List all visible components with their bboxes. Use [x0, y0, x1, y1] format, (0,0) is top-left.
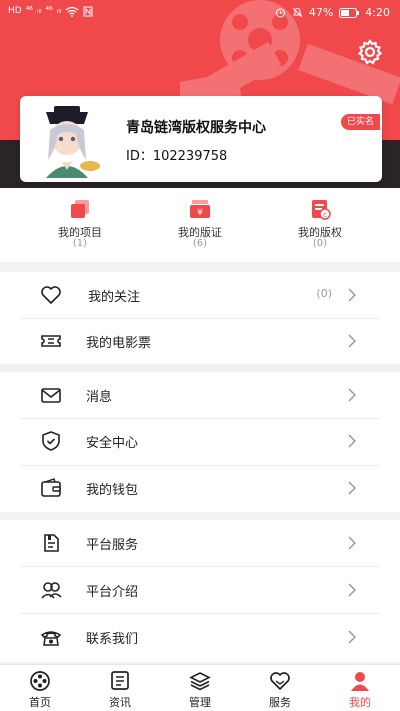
- mute-icon: [292, 7, 303, 18]
- menu-group-platform: 平台服务 平台介绍 联系我们: [0, 520, 400, 662]
- menu-item-label: 联系我们: [86, 632, 139, 647]
- battery-icon: [339, 7, 360, 18]
- profile-card[interactable]: 青岛链湾版权服务中心 已实名 ID：102239758: [20, 96, 382, 182]
- menu-item-label: 我的电影票: [86, 336, 152, 351]
- chevron-right-icon: [348, 630, 356, 644]
- menu-group-account: 消息 安全中心 我的钱包: [0, 372, 400, 512]
- battery-percent: 47%: [308, 6, 334, 19]
- chevron-right-icon: [348, 481, 356, 495]
- menu-item-security-center[interactable]: 安全中心: [20, 418, 380, 464]
- company-name: 青岛链湾版权服务中心: [126, 120, 266, 136]
- tab-label: 服务: [269, 696, 291, 709]
- phone-icon: [40, 631, 62, 646]
- stat-my-certificates[interactable]: ¥ 我的版证 (6): [140, 188, 260, 262]
- tab-mine[interactable]: 我的: [320, 665, 400, 711]
- menu-item-label: 安全中心: [86, 436, 139, 451]
- wallet-icon: [41, 478, 61, 497]
- tab-services[interactable]: 服务: [240, 665, 320, 711]
- menu-item-label: 平台介绍: [86, 585, 139, 600]
- heart-hands-icon: [270, 672, 290, 690]
- user-id: ID：102239758: [126, 149, 228, 164]
- avatar: [46, 106, 100, 178]
- person-icon: [351, 672, 369, 691]
- network-hd-indicator: HD: [8, 6, 22, 16]
- signal-indicator: ⁴⁶: [25, 6, 33, 16]
- signal-bars-icon-2: ᵢₗₗ: [56, 6, 62, 16]
- wifi-icon: [65, 6, 79, 17]
- chevron-right-icon: [348, 583, 356, 597]
- shield-icon: [42, 431, 60, 451]
- alarm-icon: [275, 8, 285, 18]
- chevron-right-icon: [348, 388, 356, 402]
- menu-item-my-wallet[interactable]: 我的钱包: [20, 465, 380, 511]
- project-icon: [71, 200, 89, 218]
- chevron-right-icon: [348, 434, 356, 448]
- verified-badge: 已实名: [340, 114, 380, 130]
- menu-item-my-follows[interactable]: 我的关注 (0): [20, 272, 380, 318]
- svg-text:¥: ¥: [197, 208, 203, 218]
- menu-item-label: 平台服务: [86, 538, 139, 553]
- stat-my-copyrights[interactable]: c 我的版权 (0): [260, 188, 380, 262]
- stat-count: (6): [192, 238, 208, 249]
- chevron-right-icon: [348, 288, 356, 302]
- menu-item-platform-services[interactable]: 平台服务: [20, 520, 380, 566]
- film-reel-icon: [30, 671, 50, 691]
- layers-icon: [189, 672, 211, 691]
- tab-label: 资讯: [109, 696, 131, 709]
- chevron-right-icon: [348, 334, 356, 348]
- ticket-icon: [41, 335, 61, 347]
- menu-item-messages[interactable]: 消息: [20, 372, 380, 418]
- tab-label: 管理: [189, 696, 211, 709]
- menu-item-contact-us[interactable]: 联系我们: [20, 614, 380, 660]
- menu-item-count: (0): [316, 287, 332, 300]
- nfc-icon: [83, 6, 93, 17]
- news-icon: [111, 671, 129, 690]
- signal-indicator-2: ⁴⁶: [45, 6, 53, 16]
- stat-count: (1): [72, 238, 88, 249]
- menu-item-label: 我的关注: [88, 290, 141, 305]
- stats-row: 我的项目 (1) ¥ 我的版证 (6) c 我的版权 (0): [0, 188, 400, 262]
- tab-home[interactable]: 首页: [0, 665, 80, 711]
- chevron-right-icon: [348, 536, 356, 550]
- menu-item-platform-intro[interactable]: 平台介绍: [20, 567, 380, 613]
- menu-item-label: 我的钱包: [86, 483, 139, 498]
- tab-news[interactable]: 资讯: [80, 665, 160, 711]
- tab-label: 首页: [29, 696, 51, 709]
- tab-manage[interactable]: 管理: [160, 665, 240, 711]
- copyright-icon: c: [312, 200, 331, 220]
- bottom-tab-bar: 首页 资讯 管理 服务 我的: [0, 664, 400, 711]
- mail-icon: [41, 388, 61, 403]
- certificate-icon: ¥: [190, 200, 210, 218]
- tab-label: 我的: [349, 696, 371, 709]
- svg-text:c: c: [323, 211, 327, 219]
- settings-gear-icon[interactable]: [356, 38, 384, 66]
- menu-group-follow: 我的关注 (0) 我的电影票: [0, 272, 400, 364]
- status-bar: HD ⁴⁶ ᵢₗₗ ⁴⁶ ᵢₗₗ 47% 4:20: [0, 0, 400, 28]
- menu-item-my-tickets[interactable]: 我的电影票: [20, 318, 380, 364]
- heart-icon: [41, 286, 61, 304]
- menu-item-label: 消息: [86, 390, 113, 405]
- signal-bars-icon: ᵢₗₗ: [36, 6, 42, 16]
- service-icon: [44, 534, 59, 552]
- stat-count: (0): [312, 238, 328, 249]
- people-icon: [41, 582, 62, 599]
- clock-time: 4:20: [365, 6, 390, 19]
- stat-my-projects[interactable]: 我的项目 (1): [20, 188, 140, 262]
